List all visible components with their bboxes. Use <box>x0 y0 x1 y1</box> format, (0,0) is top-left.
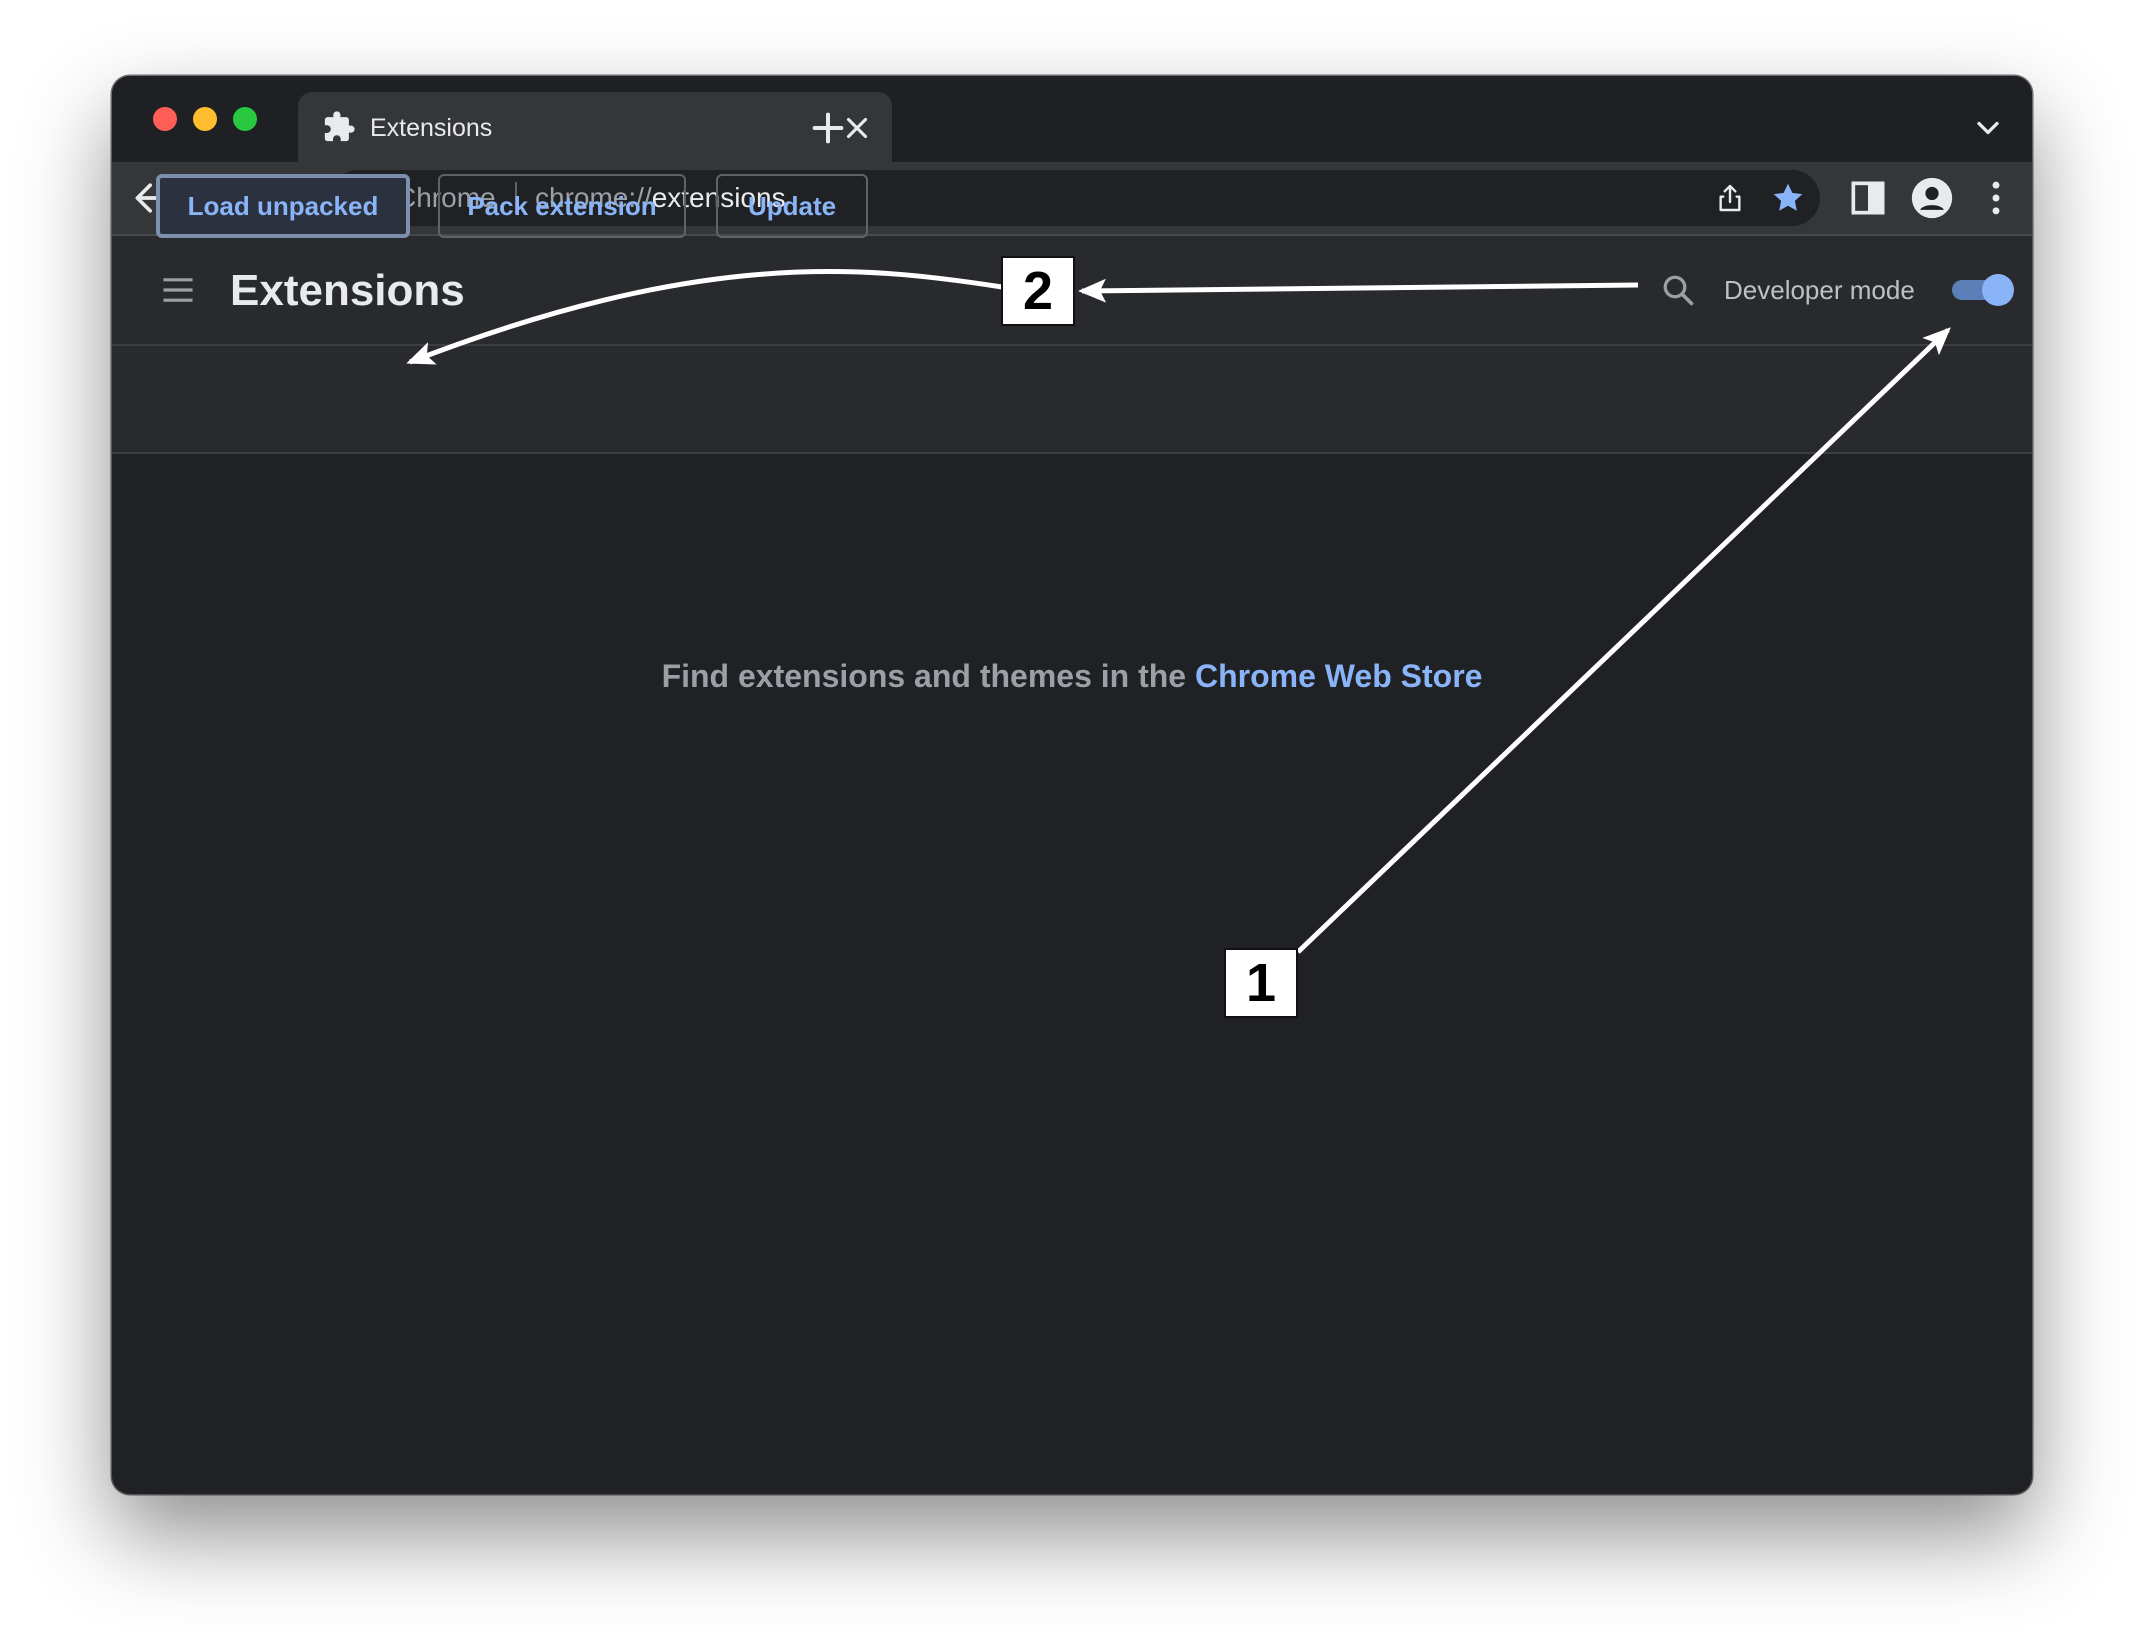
window-minimize-button[interactable] <box>193 107 217 131</box>
tab-extensions[interactable]: Extensions <box>298 92 892 164</box>
developer-mode-toggle[interactable] <box>1952 274 2014 306</box>
tab-title: Extensions <box>370 114 493 142</box>
new-tab-icon[interactable] <box>808 108 848 148</box>
side-panel-icon[interactable] <box>1846 176 1890 220</box>
update-button[interactable]: Update <box>716 174 868 238</box>
bookmark-star-icon[interactable] <box>1770 180 1806 216</box>
profile-icon[interactable] <box>1910 176 1954 220</box>
step-2-callout: 2 <box>1001 256 1075 326</box>
share-icon[interactable] <box>1714 182 1746 214</box>
window-close-button[interactable] <box>153 107 177 131</box>
page-title: Extensions <box>230 266 465 315</box>
load-unpacked-button[interactable]: Load unpacked <box>156 174 410 238</box>
empty-state-message: Find extensions and themes in the Chrome… <box>112 656 2032 696</box>
puzzle-piece-icon <box>324 111 355 142</box>
toggle-knob <box>1982 274 2014 306</box>
chrome-web-store-link[interactable]: Chrome Web Store <box>1195 658 1482 694</box>
more-vert-icon[interactable] <box>1974 176 2018 220</box>
developer-mode-label: Developer mode <box>1724 275 1915 305</box>
empty-state-text: Find extensions and themes in the <box>661 658 1195 694</box>
window-zoom-button[interactable] <box>233 107 257 131</box>
step-1-callout: 1 <box>1224 948 1298 1018</box>
search-icon[interactable] <box>1660 272 1696 308</box>
chevron-down-icon[interactable] <box>1970 110 2006 146</box>
tab-strip: Extensions <box>112 76 2032 164</box>
hamburger-menu-icon[interactable] <box>160 274 196 306</box>
pack-extension-button[interactable]: Pack extension <box>438 174 686 238</box>
developer-toolbar <box>112 346 2032 454</box>
